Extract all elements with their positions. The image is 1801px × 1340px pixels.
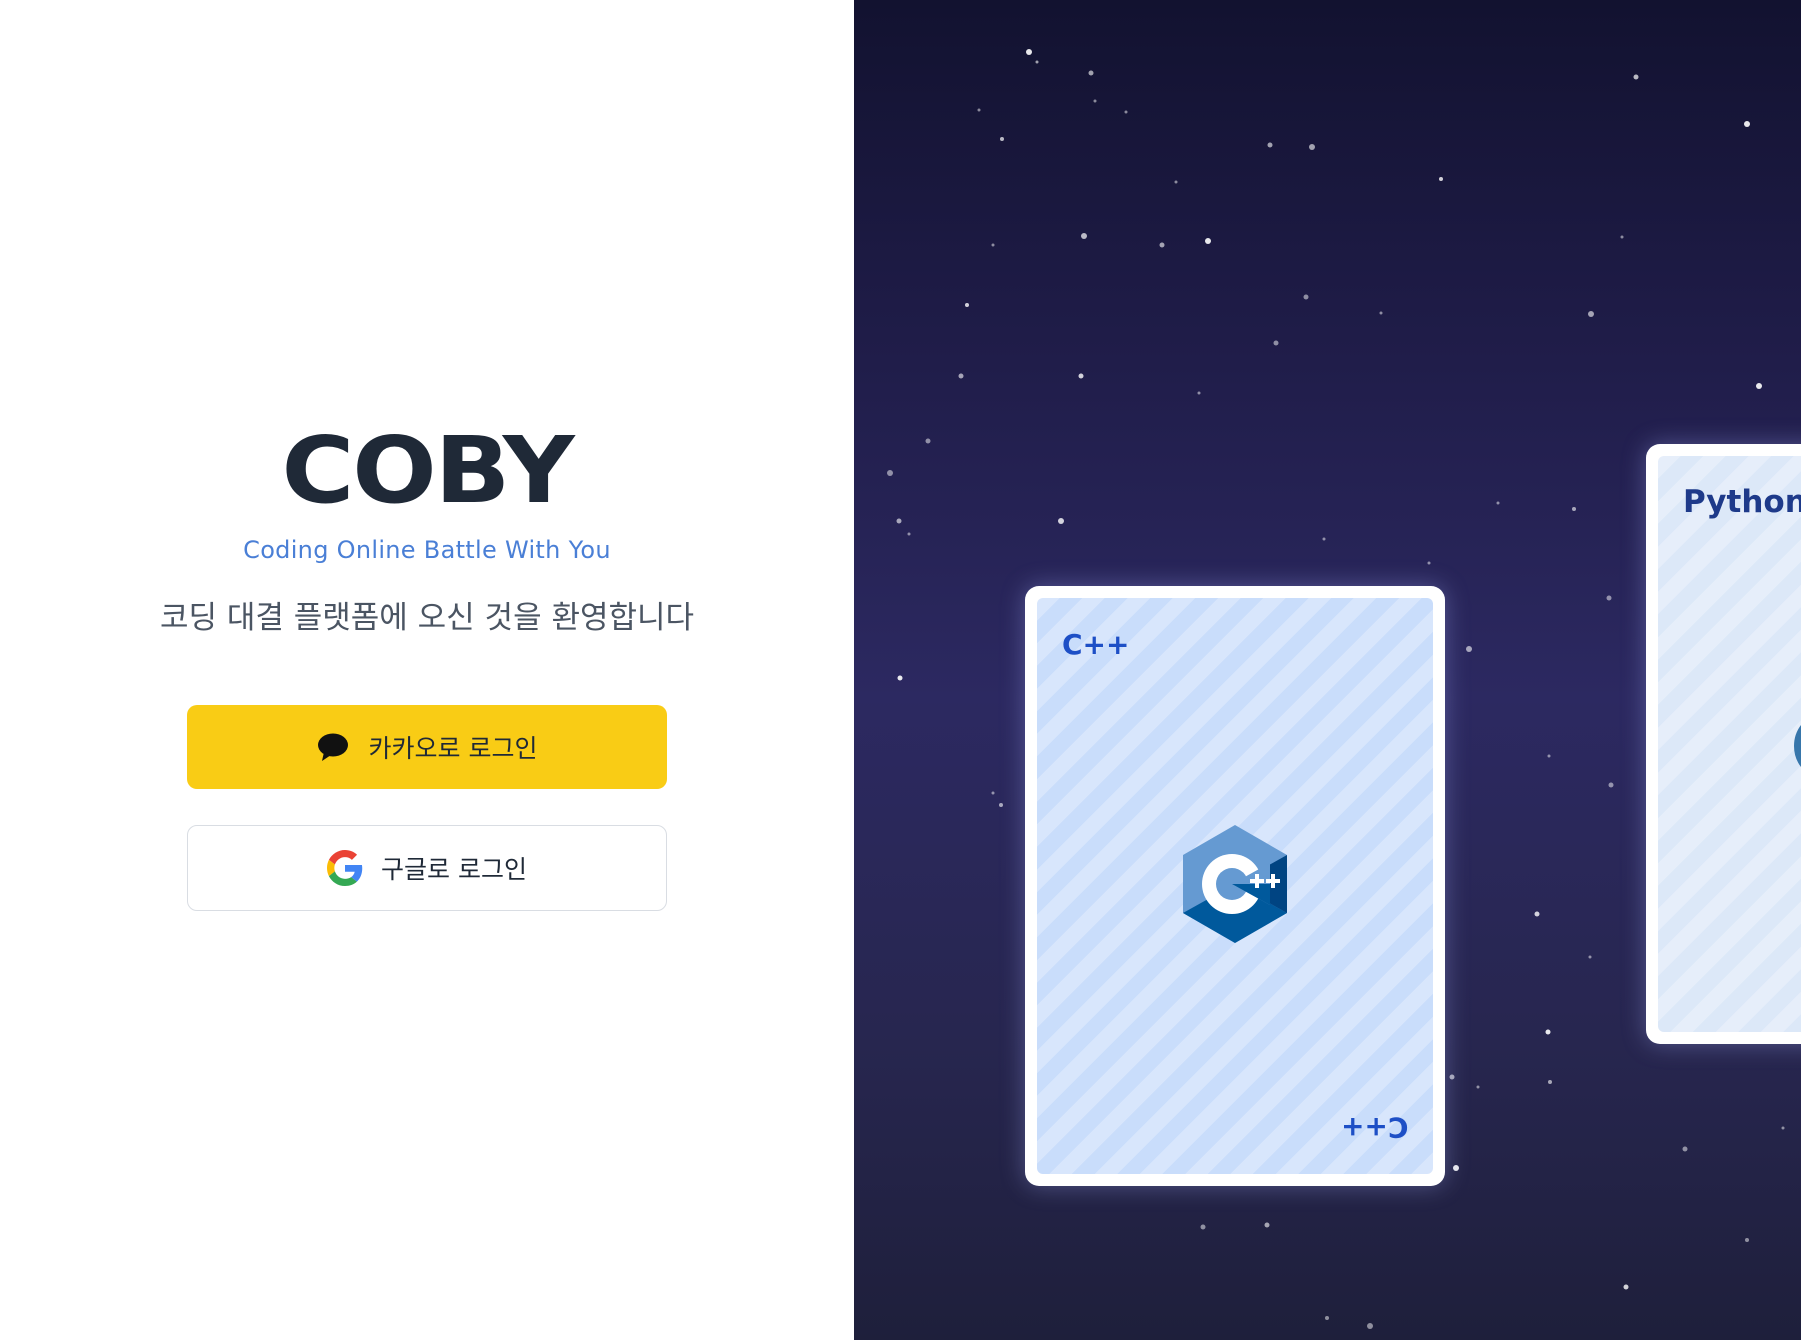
cpp-card-face: C++ C++ — [1037, 598, 1433, 1174]
google-login-label: 구글로 로그인 — [381, 855, 527, 884]
cpp-card-corner-label: C++ — [1340, 1111, 1408, 1144]
speech-bubble-icon — [317, 732, 349, 762]
login-panel: COBY Coding Online Battle With You 코딩 대결… — [0, 0, 854, 1340]
cpp-logo-icon — [1180, 823, 1290, 949]
python-logo-icon — [1794, 711, 1801, 781]
app-tagline: Coding Online Battle With You — [243, 536, 611, 564]
google-login-button[interactable]: 구글로 로그인 — [187, 825, 667, 911]
python-card[interactable]: Python — [1646, 444, 1801, 1044]
cpp-card-title: C++ — [1062, 628, 1130, 661]
python-card-face: Python — [1658, 456, 1801, 1032]
python-card-title: Python — [1683, 484, 1801, 520]
kakao-login-label: 카카오로 로그인 — [368, 734, 538, 763]
cpp-card[interactable]: C++ C++ — [1025, 586, 1445, 1186]
card-showcase-panel: C++ C++ Python — [854, 0, 1801, 1340]
google-g-icon — [327, 850, 363, 886]
welcome-message: 코딩 대결 플랫폼에 오신 것을 환영합니다 — [159, 600, 695, 636]
app-logo: COBY — [281, 417, 575, 524]
kakao-login-button[interactable]: 카카오로 로그인 — [187, 705, 667, 789]
